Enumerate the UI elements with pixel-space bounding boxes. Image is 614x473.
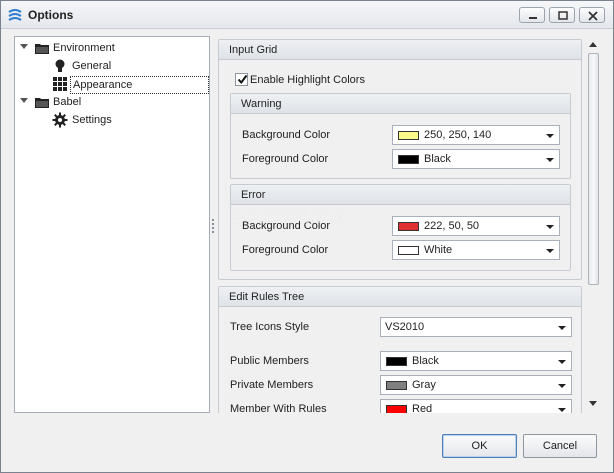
- tree-item-label: General: [72, 60, 112, 72]
- window-title: Options: [28, 8, 74, 22]
- dropdown-arrow-icon[interactable]: [558, 408, 566, 412]
- expanded-arrow-icon[interactable]: [20, 44, 28, 50]
- warning-bg-combo[interactable]: 250, 250, 140: [392, 125, 560, 145]
- tree-icons-style-label: Tree Icons Style: [230, 321, 310, 333]
- enable-highlight-label[interactable]: Enable Highlight Colors: [250, 74, 365, 86]
- combo-value: VS2010: [385, 321, 425, 333]
- color-swatch: [398, 155, 419, 164]
- public-members-label: Public Members: [230, 355, 309, 367]
- private-members-label: Private Members: [230, 379, 314, 391]
- error-bg-combo[interactable]: 222, 50, 50: [392, 216, 560, 236]
- group-title: Input Grid: [219, 40, 581, 60]
- color-swatch: [386, 357, 407, 366]
- combo-value: 250, 250, 140: [424, 129, 492, 141]
- error-group: Error Background Color 222, 50, 50 Foreg…: [230, 184, 571, 271]
- error-fg-label: Foreground Color: [242, 244, 329, 256]
- private-members-combo[interactable]: Gray: [380, 375, 572, 395]
- tree-item-general[interactable]: General: [20, 57, 200, 75]
- gear-icon: [52, 112, 68, 128]
- maximize-button[interactable]: [549, 7, 575, 23]
- minimize-button[interactable]: [519, 7, 545, 23]
- warning-bg-label: Background Color: [242, 129, 331, 141]
- enable-highlight-checkbox[interactable]: [235, 73, 248, 86]
- combo-value: White: [424, 244, 453, 256]
- tree-item-babel[interactable]: Babel: [20, 93, 200, 111]
- group-title: Warning: [231, 94, 570, 114]
- dropdown-arrow-icon[interactable]: [546, 249, 554, 253]
- dropdown-arrow-icon[interactable]: [558, 326, 566, 330]
- tree-item-label: Babel: [53, 96, 82, 108]
- warning-fg-label: Foreground Color: [242, 153, 329, 165]
- combo-value: Gray: [412, 379, 436, 391]
- maximize-icon: [558, 11, 568, 20]
- checkmark-icon: [237, 74, 248, 85]
- dropdown-arrow-icon[interactable]: [546, 134, 554, 138]
- member-with-rules-combo[interactable]: Red: [380, 399, 572, 413]
- combo-value: 222, 50, 50: [424, 220, 480, 232]
- expanded-arrow-icon[interactable]: [20, 98, 28, 104]
- color-swatch: [386, 381, 407, 390]
- grid-icon: [53, 77, 67, 91]
- dropdown-arrow-icon[interactable]: [546, 158, 554, 162]
- scroll-down-arrow-icon[interactable]: [589, 401, 597, 406]
- color-swatch: [398, 131, 419, 140]
- tree-icons-style-combo[interactable]: VS2010: [380, 317, 572, 337]
- scrollbar-thumb[interactable]: [588, 53, 599, 285]
- color-swatch: [398, 222, 419, 231]
- group-title: Edit Rules Tree: [219, 287, 581, 307]
- app-icon: [8, 9, 22, 21]
- folder-icon: [35, 98, 49, 108]
- dropdown-arrow-icon[interactable]: [558, 360, 566, 364]
- tree-item-label: Appearance: [70, 76, 209, 94]
- lightbulb-icon: [55, 59, 65, 72]
- cancel-button[interactable]: Cancel: [523, 434, 597, 458]
- tree-item-label: Settings: [72, 114, 112, 126]
- dropdown-arrow-icon[interactable]: [546, 225, 554, 229]
- ok-button[interactable]: OK: [442, 434, 517, 458]
- combo-value: Black: [424, 153, 451, 165]
- input-grid-group: Input Grid Enable Highlight Colors Warni…: [218, 39, 582, 280]
- warning-group: Warning Background Color 250, 250, 140 F…: [230, 93, 571, 179]
- error-bg-label: Background Color: [242, 220, 331, 232]
- tree-item-label: Environment: [53, 42, 115, 54]
- close-button[interactable]: [579, 7, 605, 23]
- color-swatch: [386, 405, 407, 413]
- edit-rules-tree-group: Edit Rules Tree Tree Icons Style VS2010 …: [218, 286, 582, 413]
- warning-fg-combo[interactable]: Black: [392, 149, 560, 169]
- dropdown-arrow-icon[interactable]: [558, 384, 566, 388]
- close-icon: [588, 11, 598, 21]
- title-bar[interactable]: Options: [1, 1, 613, 29]
- settings-panel[interactable]: Input Grid Enable Highlight Colors Warni…: [216, 36, 602, 413]
- tree-item-environment[interactable]: Environment: [20, 39, 200, 57]
- options-window: Options Environment General Appearance B…: [0, 0, 614, 473]
- splitter-grip-icon[interactable]: [212, 219, 215, 233]
- error-fg-combo[interactable]: White: [392, 240, 560, 260]
- color-swatch: [398, 246, 419, 255]
- minimize-icon: [529, 17, 537, 19]
- member-with-rules-label: Member With Rules: [230, 403, 327, 413]
- group-title: Error: [231, 185, 570, 205]
- folder-icon: [35, 44, 49, 54]
- combo-value: Red: [412, 403, 433, 413]
- tree-item-appearance[interactable]: Appearance: [20, 75, 209, 94]
- options-tree[interactable]: Environment General Appearance Babel Set…: [14, 36, 210, 413]
- tree-item-settings[interactable]: Settings: [20, 111, 200, 129]
- public-members-combo[interactable]: Black: [380, 351, 572, 371]
- combo-value: Black: [412, 355, 439, 367]
- vertical-scrollbar[interactable]: [586, 39, 601, 411]
- scroll-up-arrow-icon[interactable]: [589, 42, 597, 47]
